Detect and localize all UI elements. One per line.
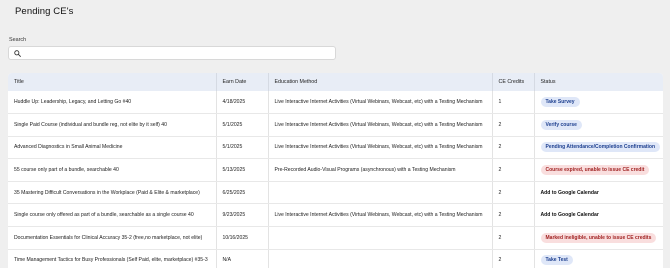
row-status: Course expired, unable to issue CE credi… — [534, 158, 663, 182]
row-education-method — [268, 226, 493, 250]
row-earn-date: 6/25/2025 — [216, 181, 269, 205]
table-row: Single course only offered as part of a … — [8, 203, 663, 228]
row-status: Take Survey — [534, 91, 663, 115]
row-title: Time Management Tactics for Busy Profess… — [8, 249, 217, 268]
row-education-method — [268, 249, 493, 268]
search-input[interactable] — [25, 47, 331, 59]
row-earn-date: 9/23/2025 — [216, 203, 269, 228]
table-header-row: Title Earn Date Education Method CE Cred… — [8, 73, 663, 91]
table-row: Time Management Tactics for Busy Profess… — [8, 249, 663, 268]
row-earn-date: 4/18/2025 — [216, 91, 269, 115]
row-title: Single Paid Course (individual and bundl… — [8, 113, 217, 137]
row-education-method: Live Interactive Internet Activities (Vi… — [268, 91, 493, 115]
add-to-calendar-link[interactable]: Add to Google Calendar — [541, 190, 599, 196]
table-row: 35 Mastering Difficult Conversations in … — [8, 181, 663, 205]
row-ce-credits: 2 — [492, 249, 535, 268]
table-row: Advanced Diagnostics in Small Animal Med… — [8, 136, 663, 160]
row-ce-credits: 2 — [492, 203, 535, 228]
row-status: Add to Google Calendar — [534, 181, 663, 205]
row-ce-credits: 2 — [492, 181, 535, 205]
status-action-badge[interactable]: Take Test — [540, 255, 573, 266]
add-to-calendar-link[interactable]: Add to Google Calendar — [541, 212, 599, 218]
row-title: 55 course only part of a bundle, searcha… — [8, 158, 217, 182]
status-action-badge[interactable]: Verify course — [540, 119, 582, 130]
row-earn-date: 5/1/2025 — [216, 113, 269, 137]
row-education-method: Live Interactive Internet Activities (Vi… — [268, 113, 493, 137]
row-title: 35 Mastering Difficult Conversations in … — [8, 181, 217, 205]
row-status: Verify course — [534, 113, 663, 137]
search-label: Search — [9, 37, 27, 43]
row-earn-date: 5/13/2025 — [216, 158, 269, 182]
row-earn-date: N/A — [216, 249, 269, 268]
row-title: Documentation Essentials for Clinical Ac… — [8, 226, 217, 250]
row-status: Take Test — [534, 249, 663, 268]
status-error-badge: Course expired, unable to issue CE credi… — [540, 165, 650, 176]
table-row: Documentation Essentials for Clinical Ac… — [8, 226, 663, 250]
status-action-badge[interactable]: Pending Attendance/Completion Confirmati… — [540, 142, 661, 153]
table-row: Single Paid Course (individual and bundl… — [8, 113, 663, 137]
column-header-earn-date[interactable]: Earn Date — [216, 73, 269, 91]
status-error-badge: Marked ineligible, unable to issue CE cr… — [540, 232, 657, 243]
column-header-status[interactable]: Status — [534, 73, 663, 91]
row-ce-credits: 2 — [492, 136, 535, 160]
row-title: Advanced Diagnostics in Small Animal Med… — [8, 136, 217, 160]
search-box[interactable] — [8, 46, 336, 60]
row-education-method: Live Interactive Internet Activities (Vi… — [268, 203, 493, 228]
row-title: Huddle Up: Leadership, Legacy, and Letti… — [8, 91, 217, 115]
row-ce-credits: 2 — [492, 226, 535, 250]
row-earn-date: 10/16/2025 — [216, 226, 269, 250]
column-header-education-method[interactable]: Education Method — [268, 73, 493, 91]
table-row: Huddle Up: Leadership, Legacy, and Letti… — [8, 91, 663, 115]
row-education-method — [268, 181, 493, 205]
row-title: Single course only offered as part of a … — [8, 203, 217, 228]
row-education-method: Live Interactive Internet Activities (Vi… — [268, 136, 493, 160]
row-status: Pending Attendance/Completion Confirmati… — [534, 136, 663, 160]
column-header-ce-credits[interactable]: CE Credits — [492, 73, 535, 91]
row-ce-credits: 1 — [492, 91, 535, 115]
row-status: Marked ineligible, unable to issue CE cr… — [534, 226, 663, 250]
status-action-badge[interactable]: Take Survey — [540, 97, 580, 108]
row-ce-credits: 2 — [492, 113, 535, 137]
column-header-title[interactable]: Title — [8, 73, 217, 91]
row-ce-credits: 2 — [492, 158, 535, 182]
pending-ce-table: Title Earn Date Education Method CE Cred… — [8, 73, 663, 268]
page-title: Pending CE's — [15, 6, 74, 17]
row-education-method: Pre-Recorded Audio-Visual Programs (asyn… — [268, 158, 493, 182]
table-row: 55 course only part of a bundle, searcha… — [8, 158, 663, 182]
row-status: Add to Google Calendar — [534, 203, 663, 228]
row-earn-date: 5/1/2025 — [216, 136, 269, 160]
search-icon — [14, 50, 21, 57]
